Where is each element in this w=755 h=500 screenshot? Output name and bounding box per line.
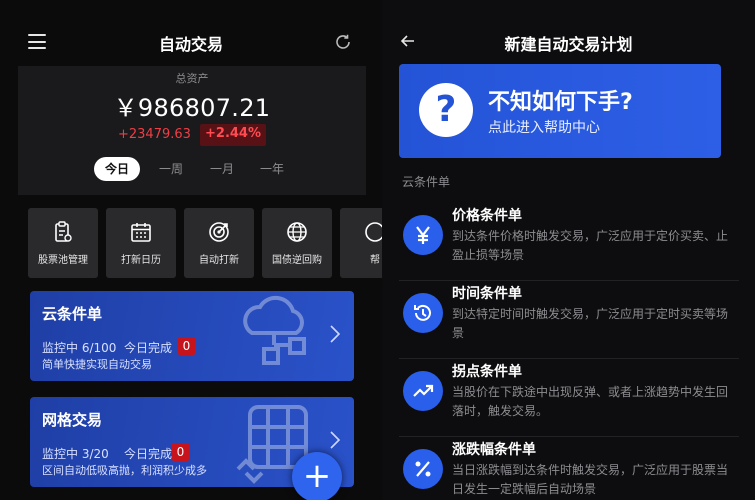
help-subtitle: 点此进入帮助中心 (488, 120, 600, 136)
page-title: 新建自动交易计划 (504, 35, 633, 54)
card-description: 区间自动低吸高抛，利润积少成多 (42, 464, 207, 477)
cloud-flow-icon (243, 295, 306, 365)
shortcut-tiles: 股票池管理 打新日历 自动打新 国债逆回购 帮 (28, 208, 382, 278)
card-description: 简单快捷实现自动交易 (42, 358, 152, 371)
done-count-badge: 0 (178, 337, 195, 355)
tile-stock-pool[interactable]: 股票池管理 (28, 208, 98, 278)
tile-help[interactable]: 帮 (340, 208, 382, 278)
help-center-banner[interactable]: ? 不知如何下手? 点此进入帮助中心 (399, 64, 721, 158)
asset-change-amount: +23479.63 (118, 127, 191, 142)
done-count-badge: 0 (172, 443, 189, 461)
clock-icon (403, 293, 443, 333)
item-description: 到达特定时间时触发交易，广泛应用于定时买卖等场景 (452, 307, 729, 340)
plus-icon: + (302, 456, 332, 496)
total-asset-panel: 总资产 ￥986807.21 +23479.63 +2.44% 今日 一周 一月… (18, 66, 366, 195)
change-percent-item[interactable]: 涨跌幅条件单 当日涨跌幅到达条件时触发交易，广泛应用于股票当日发生一定跌幅后自动… (399, 437, 739, 500)
calendar-icon (131, 223, 151, 242)
item-title: 价格条件单 (452, 208, 522, 224)
period-week[interactable]: 一周 (152, 157, 190, 181)
new-plan-screen: 新建自动交易计划 ? 不知如何下手? 点此进入帮助中心 云条件单 价格条件单 到… (382, 0, 755, 500)
percent-icon (403, 449, 443, 489)
tile-label: 国债逆回购 (272, 255, 322, 266)
item-title: 拐点条件单 (452, 364, 522, 380)
card-title: 云条件单 (42, 305, 103, 323)
page-title: 自动交易 (158, 35, 223, 54)
item-title: 时间条件单 (452, 286, 522, 302)
tile-ipo-calendar[interactable]: 打新日历 (106, 208, 176, 278)
turning-point-item[interactable]: 拐点条件单 当股价在下跌途中出现反弹、或者上涨趋势中发生回落时，触发交易。 (399, 359, 739, 437)
period-selector: 今日 一周 一月 一年 (18, 157, 366, 181)
item-title: 涨跌幅条件单 (452, 442, 536, 458)
tile-label: 股票池管理 (38, 255, 88, 266)
item-description: 当日涨跌幅到达条件时触发交易，广泛应用于股票当日发生一定跌幅后自动场景 (452, 463, 729, 496)
period-month[interactable]: 一月 (203, 157, 241, 181)
target-icon (209, 222, 229, 242)
tile-label: 打新日历 (121, 255, 161, 266)
item-description: 当股价在下跌途中出现反弹、或者上涨趋势中发生回落时，触发交易。 (452, 385, 729, 418)
question-icon: ? (419, 83, 473, 137)
clipboard-icon (55, 221, 72, 242)
tile-auto-ipo[interactable]: 自动打新 (184, 208, 254, 278)
refresh-icon[interactable] (334, 33, 352, 51)
auto-trade-screen: 自动交易 总资产 ￥986807.21 +23479.63 +2.44% 今日 … (0, 0, 382, 500)
total-asset-value: ￥986807.21 (113, 94, 271, 122)
section-label: 云条件单 (402, 175, 451, 189)
add-button[interactable]: + (292, 452, 342, 500)
card-done-label: 今日完成 (124, 341, 173, 355)
price-condition-item[interactable]: 价格条件单 到达条件价格时触发交易，广泛应用于定价买卖、止盈止损等场景 (399, 203, 739, 281)
chevron-right-icon (330, 431, 340, 449)
help-title: 不知如何下手? (488, 90, 633, 115)
card-title: 网格交易 (42, 411, 103, 429)
total-asset-label: 总资产 (175, 72, 209, 85)
cloud-condition-card[interactable]: 云条件单 监控中 6/100 今日完成 0 简单快捷实现自动交易 (30, 291, 354, 381)
yen-icon (403, 215, 443, 255)
chevron-right-icon (330, 325, 340, 343)
tile-reverse-repo[interactable]: 国债逆回购 (262, 208, 332, 278)
left-header: 自动交易 (0, 0, 382, 72)
trend-icon (403, 371, 443, 411)
time-condition-item[interactable]: 时间条件单 到达特定时间时触发交易，广泛应用于定时买卖等场景 (399, 281, 739, 359)
card-monitor: 监控中 3/20 (42, 447, 109, 461)
card-monitor: 监控中 6/100 (42, 341, 117, 355)
period-today[interactable]: 今日 (94, 157, 140, 181)
globe-icon (287, 222, 307, 242)
card-done-label: 今日完成 (124, 447, 173, 461)
tile-label: 帮 (370, 255, 380, 266)
asset-change-percent: +2.44% (200, 124, 266, 146)
help-icon (365, 222, 382, 242)
tile-label: 自动打新 (199, 255, 239, 266)
item-description: 到达条件价格时触发交易，广泛应用于定价买卖、止盈止损等场景 (452, 229, 729, 262)
period-year[interactable]: 一年 (253, 157, 291, 181)
